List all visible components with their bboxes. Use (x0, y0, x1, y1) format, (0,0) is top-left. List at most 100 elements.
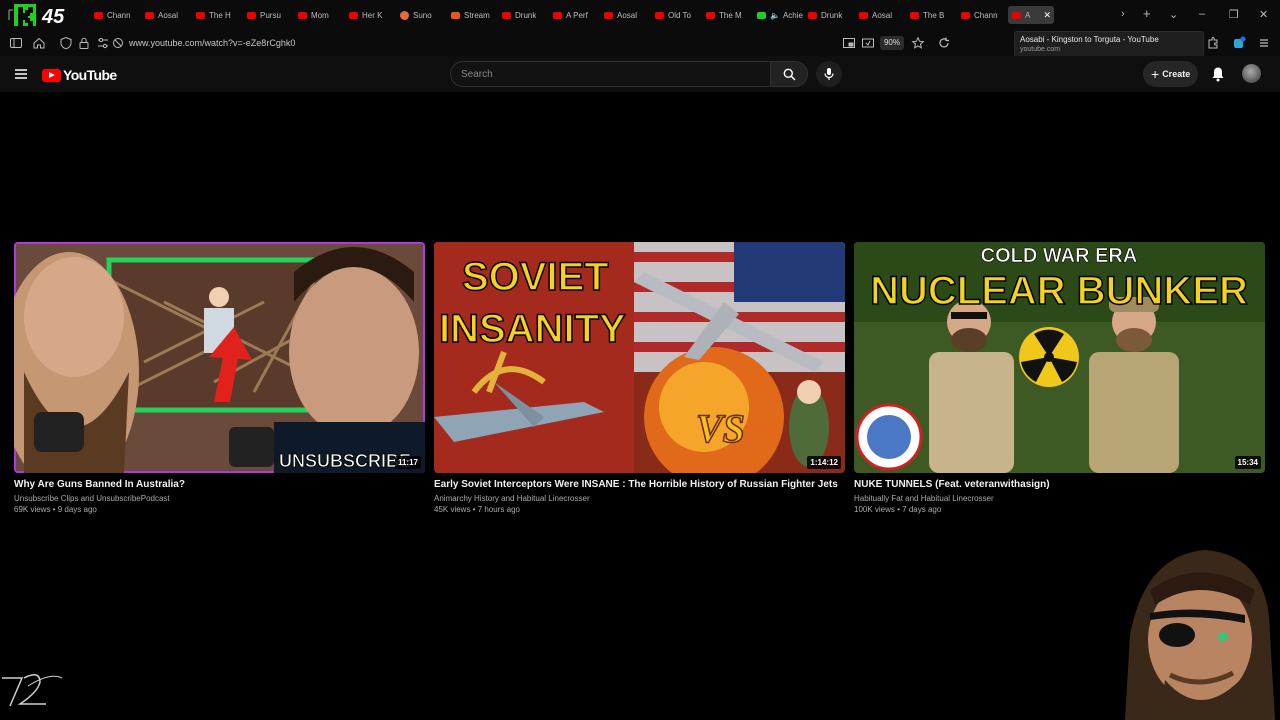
notifications-bell-icon[interactable] (1211, 66, 1225, 82)
tab-title: The H (209, 10, 231, 20)
browser-tab[interactable]: Stream (447, 6, 498, 24)
tab-title: Drunk (821, 10, 843, 20)
connection-icon[interactable] (111, 36, 125, 50)
new-tab-icon[interactable]: + (1143, 6, 1151, 21)
search-button[interactable] (770, 61, 808, 87)
lock-icon[interactable] (77, 36, 91, 50)
video-card[interactable]: SOVIET INSANITY VS 1:14:12 Early Soviet … (434, 242, 845, 514)
close-window-icon[interactable]: ✕ (1259, 8, 1268, 21)
video-thumbnail[interactable]: COLD WAR ERA NUCLEAR BUNKER 15:34 (854, 242, 1265, 473)
youtube-icon (298, 11, 307, 19)
video-metadata: 45K views • 7 hours ago (434, 505, 520, 514)
video-thumbnail[interactable]: UNSUBSCRIBE 11:17 (14, 242, 425, 473)
tab-title: Old To (668, 10, 691, 20)
thumbnail-image: COLD WAR ERA NUCLEAR BUNKER (854, 242, 1265, 473)
tooltip-domain: youtube.com (1020, 46, 1061, 53)
tab-title: Chann (107, 10, 131, 20)
youtube-icon (604, 11, 613, 19)
tab-title: Pursu (260, 10, 281, 20)
video-title[interactable]: Why Are Guns Banned In Australia? (14, 479, 425, 490)
bookmark-star-icon[interactable] (911, 36, 925, 50)
tab-title: A (1025, 10, 1031, 20)
video-title[interactable]: NUKE TUNNELS (Feat. veteranwithasign) (854, 479, 1265, 490)
youtube-icon (1012, 11, 1021, 19)
create-button[interactable]: + Create (1143, 61, 1198, 87)
channel-name[interactable]: Animarchy History and Habitual Linecross… (434, 494, 845, 503)
browser-tab[interactable]: 🔈 Achie (753, 6, 804, 24)
restore-icon[interactable]: ❐ (1229, 8, 1239, 21)
youtube-icon (247, 11, 256, 19)
browser-tab[interactable]: The M (702, 6, 753, 24)
extensions-icon[interactable] (1206, 36, 1220, 50)
kick-logo-icon: 45 (8, 4, 65, 27)
youtube-play-icon (42, 68, 61, 82)
browser-tab[interactable]: Pursu (243, 6, 294, 24)
create-label: Create (1162, 69, 1191, 79)
youtube-icon (859, 11, 868, 19)
browser-tab[interactable]: Drunk (498, 6, 549, 24)
youtube-icon (553, 11, 562, 19)
search-box (450, 61, 770, 87)
tab-title: Stream (464, 10, 490, 20)
site-settings-icon[interactable] (96, 36, 110, 50)
video-card[interactable]: COLD WAR ERA NUCLEAR BUNKER 15:34 NUKE T… (854, 242, 1265, 514)
tab-title: Aosal (872, 10, 893, 20)
video-duration: 11:17 (394, 456, 421, 469)
home-icon[interactable] (32, 36, 46, 50)
minimize-icon[interactable]: – (1199, 8, 1205, 20)
video-thumbnail[interactable]: SOVIET INSANITY VS 1:14:12 (434, 242, 845, 473)
tab-list-dropdown-icon[interactable]: ⌄ (1169, 8, 1178, 21)
youtube-icon (145, 11, 154, 19)
browser-tab[interactable]: Aosal (141, 6, 192, 24)
youtube-logo[interactable]: YouTube (42, 67, 117, 83)
video-title[interactable]: Early Soviet Interceptors Were INSANE : … (434, 479, 845, 490)
browser-tab[interactable]: The H (192, 6, 243, 24)
youtube-icon (961, 11, 970, 19)
browser-tab[interactable]: Chann (90, 6, 141, 24)
browser-tab[interactable]: Drunk (804, 6, 855, 24)
close-tab-icon[interactable]: ✕ (1043, 10, 1051, 21)
sun-icon (400, 10, 409, 20)
search-input[interactable] (461, 62, 761, 86)
sidebar-toggle-icon[interactable] (9, 36, 23, 50)
video-metadata: 69K views • 9 days ago (14, 505, 97, 514)
browser-tab[interactable]: Her K (345, 6, 396, 24)
browser-tab[interactable]: Suno (396, 6, 447, 24)
browser-tab[interactable]: Chann (957, 6, 1008, 24)
thumb-overlay-text: INSANITY (439, 307, 626, 351)
tab-title: Aosal (158, 10, 179, 20)
browser-tab[interactable]: Aosal (855, 6, 906, 24)
zoom-level[interactable]: 90% (880, 36, 904, 50)
browser-tab[interactable]: The B (906, 6, 957, 24)
account-avatar[interactable] (1242, 64, 1261, 83)
screenshot-icon[interactable] (861, 36, 875, 50)
channel-name[interactable]: Unsubscribe Clips and UnsubscribePodcast (14, 494, 425, 503)
streamer-avatar-overlay-icon (1125, 550, 1275, 720)
youtube-icon (706, 11, 715, 19)
scroll-tabs-right-icon[interactable]: › (1121, 8, 1125, 20)
menu-icon[interactable] (1257, 36, 1271, 50)
browser-tab[interactable]: Mom (294, 6, 345, 24)
tab-list: Chann Aosal The H Pursu Mom Her K Suno S… (90, 6, 1054, 24)
video-card[interactable]: UNSUBSCRIBE 11:17 Why Are Guns Banned In… (14, 242, 425, 514)
shield-icon[interactable] (59, 36, 73, 50)
extension-badge-icon[interactable] (1232, 36, 1246, 50)
browser-tab-active[interactable]: A ✕ (1008, 6, 1054, 24)
voice-search-button[interactable] (816, 61, 842, 87)
picture-in-picture-icon[interactable] (842, 36, 856, 50)
tab-title: Achie (782, 10, 803, 20)
channel-name[interactable]: Habitually Fat and Habitual Linecrosser (854, 494, 1265, 503)
browser-tab[interactable]: Aosal (600, 6, 651, 24)
browser-tab[interactable]: A Perf (549, 6, 600, 24)
youtube-wordmark: YouTube (63, 67, 117, 83)
thumb-overlay-text: UNSUBSCRIBE (279, 451, 411, 471)
address-bar[interactable]: www.youtube.com/watch?v=-eZe8rCghk0 (129, 38, 295, 48)
hamburger-menu-icon[interactable] (14, 67, 28, 81)
tab-title: Chann (974, 10, 998, 20)
speaker-muted-icon[interactable]: 🔈 (770, 11, 780, 20)
tab-title: The M (719, 10, 742, 20)
tooltip-title: Aosabi - Kingston to Torguta - YouTube (1020, 35, 1159, 44)
reload-icon[interactable] (937, 36, 951, 50)
video-metadata: 100K views • 7 days ago (854, 505, 942, 514)
browser-tab[interactable]: Old To (651, 6, 702, 24)
